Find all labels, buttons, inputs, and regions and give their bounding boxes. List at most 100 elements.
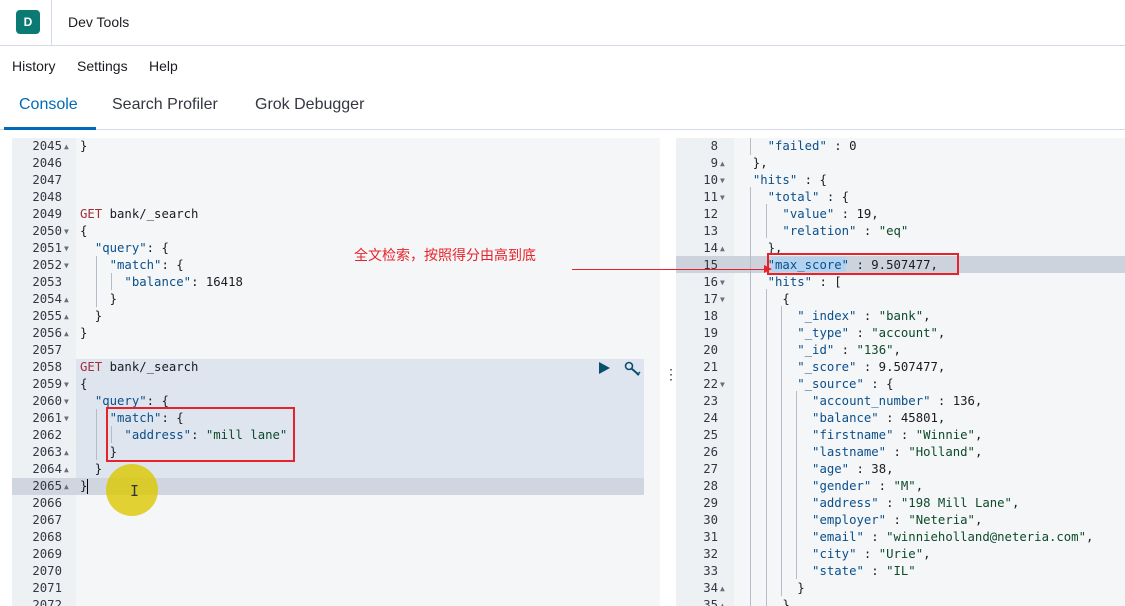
fold-collapse-icon[interactable]: ▲ bbox=[64, 308, 69, 325]
page-title: Dev Tools bbox=[68, 14, 130, 30]
fold-expanded-icon[interactable]: ▼ bbox=[64, 410, 69, 427]
request-code-line[interactable]: GET bank/_search bbox=[80, 359, 198, 376]
fold-collapse-icon[interactable]: ▲ bbox=[64, 138, 69, 155]
response-line-number: 12 bbox=[703, 207, 718, 221]
fold-expanded-icon[interactable]: ▼ bbox=[720, 189, 725, 206]
play-icon[interactable] bbox=[599, 362, 610, 374]
response-code-line[interactable]: }, bbox=[738, 155, 768, 172]
indent-guide bbox=[96, 409, 97, 460]
fold-collapse-icon[interactable]: ▲ bbox=[720, 240, 725, 257]
text-caret bbox=[87, 479, 88, 494]
tab-grok-debugger[interactable]: Grok Debugger bbox=[255, 96, 364, 114]
response-code-line[interactable]: "relation" : "eq" bbox=[738, 223, 908, 240]
response-code-line[interactable]: "employer" : "Neteria", bbox=[738, 512, 982, 529]
annotation-box-match bbox=[106, 407, 295, 462]
response-code-line[interactable]: "_id" : "136", bbox=[738, 342, 901, 359]
response-code-line[interactable]: "state" : "IL" bbox=[738, 563, 916, 580]
request-code-line[interactable]: } bbox=[80, 325, 87, 342]
request-line-number: 2047 bbox=[32, 173, 62, 187]
fold-expanded-icon[interactable]: ▼ bbox=[64, 257, 69, 274]
request-line-number: 2053 bbox=[32, 275, 62, 289]
response-code-line[interactable]: }, bbox=[738, 597, 797, 606]
indent-guide bbox=[781, 306, 782, 596]
request-code-line[interactable]: GET bank/_search bbox=[80, 206, 198, 223]
request-line-number: 2062 bbox=[32, 428, 62, 442]
fold-expanded-icon[interactable]: ▼ bbox=[64, 393, 69, 410]
request-line-number: 2045 bbox=[32, 139, 62, 153]
request-code-line[interactable]: { bbox=[80, 223, 87, 240]
request-line-number: 2049 bbox=[32, 207, 62, 221]
response-line-number: 13 bbox=[703, 224, 718, 238]
fold-expanded-icon[interactable]: ▼ bbox=[64, 223, 69, 240]
fold-expanded-icon[interactable]: ▼ bbox=[720, 172, 725, 189]
app-avatar[interactable]: D bbox=[16, 10, 40, 34]
request-line-number: 2064 bbox=[32, 462, 62, 476]
request-line-number: 2065 bbox=[32, 479, 62, 493]
response-code-line[interactable]: "account_number" : 136, bbox=[738, 393, 982, 410]
response-code-line[interactable]: "hits" : [ bbox=[738, 274, 842, 291]
request-line-number: 2070 bbox=[32, 564, 62, 578]
response-code-line[interactable]: "value" : 19, bbox=[738, 206, 878, 223]
fold-collapse-icon[interactable]: ▲ bbox=[720, 580, 725, 597]
response-line-number: 30 bbox=[703, 513, 718, 527]
tab-console[interactable]: Console bbox=[19, 96, 78, 114]
fold-collapse-icon[interactable]: ▲ bbox=[720, 597, 725, 606]
request-code-line[interactable]: } bbox=[80, 138, 87, 155]
menu-settings[interactable]: Settings bbox=[77, 58, 128, 74]
request-line-number: 2054 bbox=[32, 292, 62, 306]
response-code-line[interactable]: } bbox=[738, 580, 804, 597]
response-line-number: 25 bbox=[703, 428, 718, 442]
fold-expanded-icon[interactable]: ▼ bbox=[720, 291, 725, 308]
fold-expanded-icon[interactable]: ▼ bbox=[720, 274, 725, 291]
request-code-line[interactable]: } bbox=[80, 308, 102, 325]
response-code-line[interactable]: "hits" : { bbox=[738, 172, 827, 189]
fold-collapse-icon[interactable]: ▲ bbox=[720, 155, 725, 172]
request-code-line[interactable]: } bbox=[80, 461, 102, 478]
fold-collapse-icon[interactable]: ▲ bbox=[64, 478, 69, 495]
response-code-line[interactable]: "lastname" : "Holland", bbox=[738, 444, 982, 461]
tab-search-profiler[interactable]: Search Profiler bbox=[112, 96, 218, 114]
request-line-number: 2061 bbox=[32, 411, 62, 425]
response-code-line[interactable]: "balance" : 45801, bbox=[738, 410, 945, 427]
fold-collapse-icon[interactable]: ▲ bbox=[64, 291, 69, 308]
request-code-line[interactable]: "balance": 16418 bbox=[80, 274, 242, 291]
fold-collapse-icon[interactable]: ▲ bbox=[64, 461, 69, 478]
response-code-line[interactable]: "_type" : "account", bbox=[738, 325, 945, 342]
fold-collapse-icon[interactable]: ▲ bbox=[64, 325, 69, 342]
request-code-line[interactable]: } bbox=[80, 291, 117, 308]
active-tab-indicator bbox=[4, 127, 96, 130]
request-code-line[interactable]: { bbox=[80, 376, 87, 393]
fold-expanded-icon[interactable]: ▼ bbox=[720, 376, 725, 393]
response-code-line[interactable]: "email" : "winnieholland@neteria.com", bbox=[738, 529, 1093, 546]
request-code-line[interactable]: "query": { bbox=[80, 240, 169, 257]
response-line-number: 8 bbox=[710, 139, 718, 153]
request-line-number: 2069 bbox=[32, 547, 62, 561]
response-line-number: 20 bbox=[703, 343, 718, 357]
response-line-number: 31 bbox=[703, 530, 718, 544]
menu-history[interactable]: History bbox=[12, 58, 56, 74]
ibeam-cursor-icon: I bbox=[130, 482, 140, 500]
response-line-number: 10 bbox=[703, 173, 718, 187]
request-line-number: 2056 bbox=[32, 326, 62, 340]
response-code-line[interactable]: "_source" : { bbox=[738, 376, 893, 393]
fold-expanded-icon[interactable]: ▼ bbox=[64, 376, 69, 393]
response-line-number: 27 bbox=[703, 462, 718, 476]
response-code-line[interactable]: "age" : 38, bbox=[738, 461, 893, 478]
response-code-line[interactable]: "firstname" : "Winnie", bbox=[738, 427, 982, 444]
fold-collapse-icon[interactable]: ▲ bbox=[64, 444, 69, 461]
indent-guide bbox=[766, 204, 767, 238]
response-code-line[interactable]: { bbox=[738, 291, 789, 308]
indent-guide bbox=[750, 187, 751, 606]
response-code-line[interactable]: "total" : { bbox=[738, 189, 849, 206]
response-line-number: 11 bbox=[703, 190, 718, 204]
wrench-icon[interactable] bbox=[624, 361, 642, 377]
request-line-number: 2052 bbox=[32, 258, 62, 272]
arrow-head-icon bbox=[764, 265, 772, 273]
menu-help[interactable]: Help bbox=[149, 58, 178, 74]
request-line-number: 2066 bbox=[32, 496, 62, 510]
request-line-number: 2059 bbox=[32, 377, 62, 391]
response-code-line[interactable]: "failed" : 0 bbox=[738, 138, 857, 155]
fold-expanded-icon[interactable]: ▼ bbox=[64, 240, 69, 257]
request-line-number: 2063 bbox=[32, 445, 62, 459]
response-code-line[interactable]: "_score" : 9.507477, bbox=[738, 359, 945, 376]
